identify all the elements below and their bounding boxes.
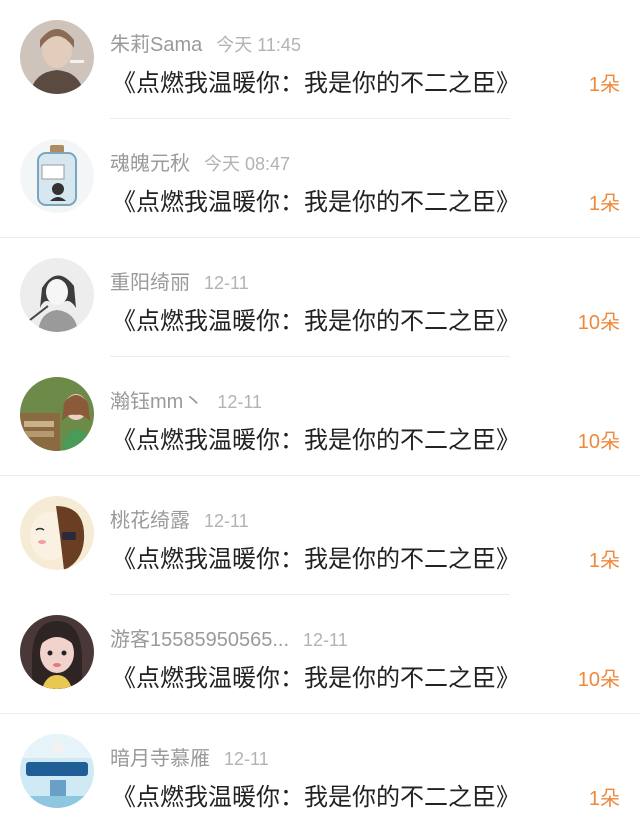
username[interactable]: 重阳绮丽 xyxy=(110,272,190,294)
timestamp: 今天 08:47 xyxy=(204,154,291,174)
flower-count: 10朵 xyxy=(577,431,620,453)
book-title[interactable]: 《点燃我温暖你：我是你的不二之臣》 xyxy=(112,420,520,455)
username[interactable]: 瀚钰mm丶 xyxy=(110,391,203,413)
flower-count: 1朵 xyxy=(588,193,620,215)
book-title[interactable]: 《点燃我温暖你：我是你的不二之臣》 xyxy=(112,301,520,336)
timestamp: 12-11 xyxy=(204,511,249,531)
book-title[interactable]: 《点燃我温暖你：我是你的不二之臣》 xyxy=(112,539,520,574)
book-title[interactable]: 《点燃我温暖你：我是你的不二之臣》 xyxy=(112,63,520,98)
list-item[interactable]: 游客15585950565... 12-11 《点燃我温暖你：我是你的不二之臣》 … xyxy=(0,595,640,714)
flower-count: 10朵 xyxy=(577,669,620,691)
girl-avatar[interactable] xyxy=(20,615,94,689)
poster-avatar[interactable] xyxy=(20,734,94,808)
book-title[interactable]: 《点燃我温暖你：我是你的不二之臣》 xyxy=(112,658,520,693)
list-item[interactable]: 朱莉Sama 今天 11:45 《点燃我温暖你：我是你的不二之臣》 1朵 xyxy=(0,0,640,119)
list-item[interactable]: 瀚钰mm丶 12-11 《点燃我温暖你：我是你的不二之臣》 10朵 xyxy=(0,357,640,476)
username[interactable]: 朱莉Sama xyxy=(110,34,202,56)
username[interactable]: 魂魄元秋 xyxy=(110,153,190,175)
sketch-avatar[interactable] xyxy=(20,258,94,332)
book-title[interactable]: 《点燃我温暖你：我是你的不二之臣》 xyxy=(112,777,520,812)
timestamp: 12-11 xyxy=(204,273,249,293)
username[interactable]: 桃花绮露 xyxy=(110,510,190,532)
username[interactable]: 暗月寺慕雁 xyxy=(110,748,210,770)
timestamp: 12-11 xyxy=(217,392,263,412)
list-item[interactable]: 暗月寺慕雁 12-11 《点燃我温暖你：我是你的不二之臣》 1朵 xyxy=(0,714,640,833)
list-item[interactable]: 魂魄元秋 今天 08:47 《点燃我温暖你：我是你的不二之臣》 1朵 xyxy=(0,119,640,238)
list-item[interactable]: 桃花绮露 12-11 《点燃我温暖你：我是你的不二之臣》 1朵 xyxy=(0,476,640,595)
book-title[interactable]: 《点燃我温暖你：我是你的不二之臣》 xyxy=(112,182,520,217)
gift-list: 朱莉Sama 今天 11:45 《点燃我温暖你：我是你的不二之臣》 1朵 魂魄元秋… xyxy=(0,0,640,835)
flower-count: 1朵 xyxy=(588,550,620,572)
flower-count: 10朵 xyxy=(577,312,620,334)
flower-count: 1朵 xyxy=(588,74,620,96)
timestamp: 12-11 xyxy=(303,630,348,650)
photo-avatar[interactable] xyxy=(20,377,94,451)
person-avatar[interactable] xyxy=(20,20,94,94)
list-item[interactable]: 重阳绮丽 12-11 《点燃我温暖你：我是你的不二之臣》 10朵 xyxy=(0,238,640,357)
flower-count: 1朵 xyxy=(588,788,620,810)
jar-avatar[interactable] xyxy=(20,139,94,213)
drawing-avatar[interactable] xyxy=(20,496,94,570)
username[interactable]: 游客15585950565... xyxy=(110,629,289,651)
timestamp: 今天 11:45 xyxy=(216,35,301,55)
timestamp: 12-11 xyxy=(224,749,269,769)
